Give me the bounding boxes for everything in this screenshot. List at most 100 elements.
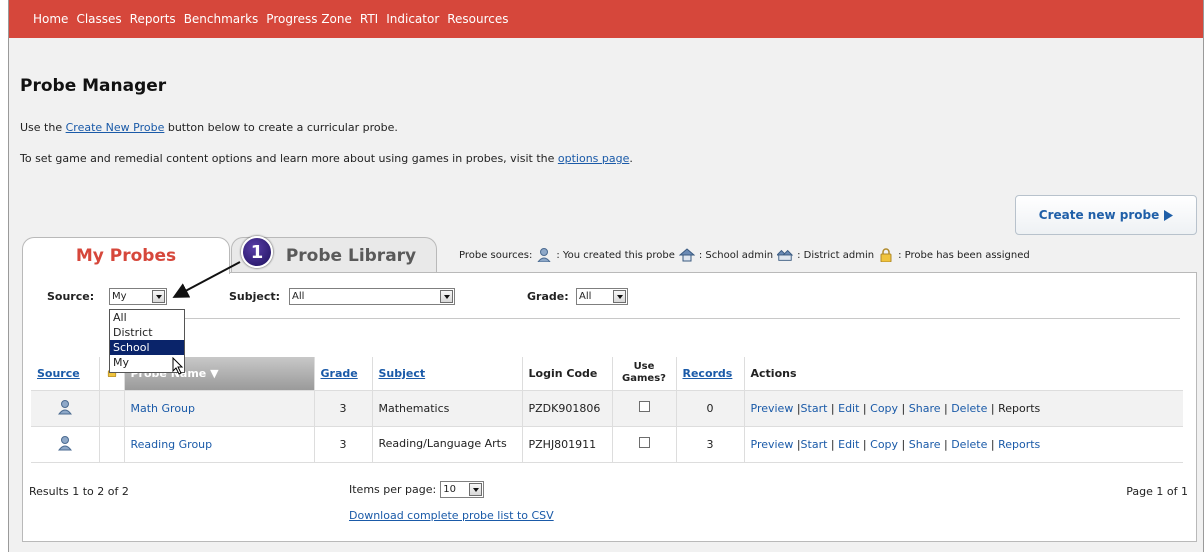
header-source[interactable]: Source [31, 357, 100, 391]
create-new-probe-button[interactable]: Create new probe [1015, 195, 1197, 235]
page-indicator: Page 1 of 1 [1126, 485, 1188, 498]
legend-label: Probe sources: [459, 249, 533, 261]
nav-reports[interactable]: Reports [130, 12, 176, 26]
source-option-all[interactable]: All [110, 310, 184, 325]
actions-cell: Preview |Start | Edit | Copy | Share | D… [744, 426, 1183, 463]
intro-line-1: Use the Create New Probe button below to… [20, 121, 398, 134]
source-select[interactable]: My [109, 288, 167, 305]
nav-progress-zone[interactable]: Progress Zone [266, 12, 352, 26]
grade-label: Grade: [527, 290, 569, 303]
records-cell: 0 [676, 390, 745, 427]
chevron-down-icon[interactable] [469, 483, 483, 496]
start-link[interactable]: Start [801, 402, 828, 415]
copy-link[interactable]: Copy [870, 438, 898, 451]
chevron-down-icon[interactable] [613, 290, 626, 303]
use-games-checkbox[interactable] [638, 401, 650, 412]
use-games-checkbox[interactable] [638, 437, 650, 448]
create-button-label: Create new probe [1038, 208, 1160, 222]
share-link[interactable]: Share [909, 438, 941, 451]
intro-text: button below to create a curricular prob… [164, 121, 398, 134]
edit-link[interactable]: Edit [838, 402, 859, 415]
probes-table: Source Probe Name ▼ Grade Subject Login … [31, 357, 1183, 463]
download-csv-link[interactable]: Download complete probe list to CSV [349, 509, 554, 522]
user-icon [537, 248, 551, 262]
source-option-school[interactable]: School [110, 340, 184, 355]
chevron-down-icon[interactable] [152, 290, 165, 303]
options-page-link[interactable]: options page [558, 152, 629, 165]
grade-cell: 3 [314, 426, 373, 463]
user-icon [57, 399, 72, 414]
school-icon [678, 248, 695, 262]
table-row: Math Group 3 Mathematics PZDK901806 0 Pr… [31, 390, 1183, 427]
delete-link[interactable]: Delete [951, 402, 987, 415]
preview-link[interactable]: Preview [751, 402, 797, 415]
delete-link[interactable]: Delete [951, 438, 987, 451]
subject-label: Subject: [229, 290, 281, 303]
grade-cell: 3 [314, 390, 373, 427]
filter-divider [113, 318, 1180, 319]
preview-link[interactable]: Preview [751, 438, 797, 451]
reports-link[interactable]: Reports [998, 438, 1040, 451]
login-code-cell: PZDK901806 [522, 390, 613, 427]
table-header-row: Source Probe Name ▼ Grade Subject Login … [31, 357, 1183, 391]
top-nav: Home Classes Reports Benchmarks Progress… [9, 0, 1203, 38]
nav-classes[interactable]: Classes [76, 12, 121, 26]
probe-name-link[interactable]: Math Group [131, 402, 196, 415]
probe-name-cell: Math Group [124, 390, 315, 427]
tab-my-probes[interactable]: My Probes [22, 237, 230, 274]
items-per-page-label: Items per page: [349, 483, 437, 496]
probe-name-link[interactable]: Reading Group [131, 438, 213, 451]
results-count: Results 1 to 2 of 2 [29, 485, 129, 498]
nav-benchmarks[interactable]: Benchmarks [184, 12, 259, 26]
nav-indicator[interactable]: Indicator [386, 12, 439, 26]
source-select-value: My [112, 291, 127, 302]
create-new-probe-link[interactable]: Create New Probe [66, 121, 165, 134]
intro-text: Use the [20, 121, 66, 134]
items-per-page-select[interactable]: 10 [440, 481, 485, 498]
source-cell [31, 390, 100, 427]
mouse-pointer-icon [172, 357, 184, 375]
probe-source-legend: Probe sources: : You created this probe … [459, 248, 1030, 262]
share-link[interactable]: Share [909, 402, 941, 415]
intro-text: . [629, 152, 633, 165]
header-login-code: Login Code [522, 357, 613, 391]
use-games-cell [612, 390, 677, 427]
chevron-down-icon[interactable] [440, 290, 453, 303]
header-grade[interactable]: Grade [314, 357, 373, 391]
source-cell [31, 426, 100, 463]
source-option-district[interactable]: District [110, 325, 184, 340]
lock-cell [99, 390, 125, 427]
items-per-page-value: 10 [443, 484, 456, 495]
subject-cell: Mathematics [372, 390, 523, 427]
records-cell: 3 [676, 426, 745, 463]
intro-line-2: To set game and remedial content options… [20, 152, 633, 165]
user-icon [57, 435, 72, 450]
actions-cell: Preview |Start | Edit | Copy | Share | D… [744, 390, 1183, 427]
probes-panel: Source: My Subject: All Grade: All All D… [22, 272, 1197, 542]
grade-select[interactable]: All [576, 288, 628, 305]
header-subject[interactable]: Subject [372, 357, 523, 391]
edit-link[interactable]: Edit [838, 438, 859, 451]
nav-home[interactable]: Home [33, 12, 68, 26]
legend-text: : School admin [698, 249, 774, 261]
nav-resources[interactable]: Resources [447, 12, 508, 26]
lock-icon [880, 248, 892, 262]
subject-select[interactable]: All [289, 288, 455, 305]
app-frame: Home Classes Reports Benchmarks Progress… [8, 0, 1204, 552]
items-per-page: Items per page: 10 [349, 481, 485, 498]
reports-text: Reports [998, 401, 1041, 415]
start-link[interactable]: Start [801, 438, 828, 451]
table-row: Reading Group 3 Reading/Language Arts PZ… [31, 426, 1183, 463]
nav-rti[interactable]: RTI [360, 12, 378, 26]
source-label: Source: [47, 290, 95, 303]
district-icon [777, 249, 794, 261]
intro-text: To set game and remedial content options… [20, 152, 558, 165]
copy-link[interactable]: Copy [870, 402, 898, 415]
header-records[interactable]: Records [676, 357, 745, 391]
subject-select-value: All [292, 291, 305, 302]
callout-number-badge: 1 [241, 236, 273, 268]
legend-text: : District admin [797, 249, 875, 261]
tab-label: Probe Library [285, 245, 417, 266]
lock-cell [99, 426, 125, 463]
header-use-games: Use Games? [612, 357, 677, 391]
